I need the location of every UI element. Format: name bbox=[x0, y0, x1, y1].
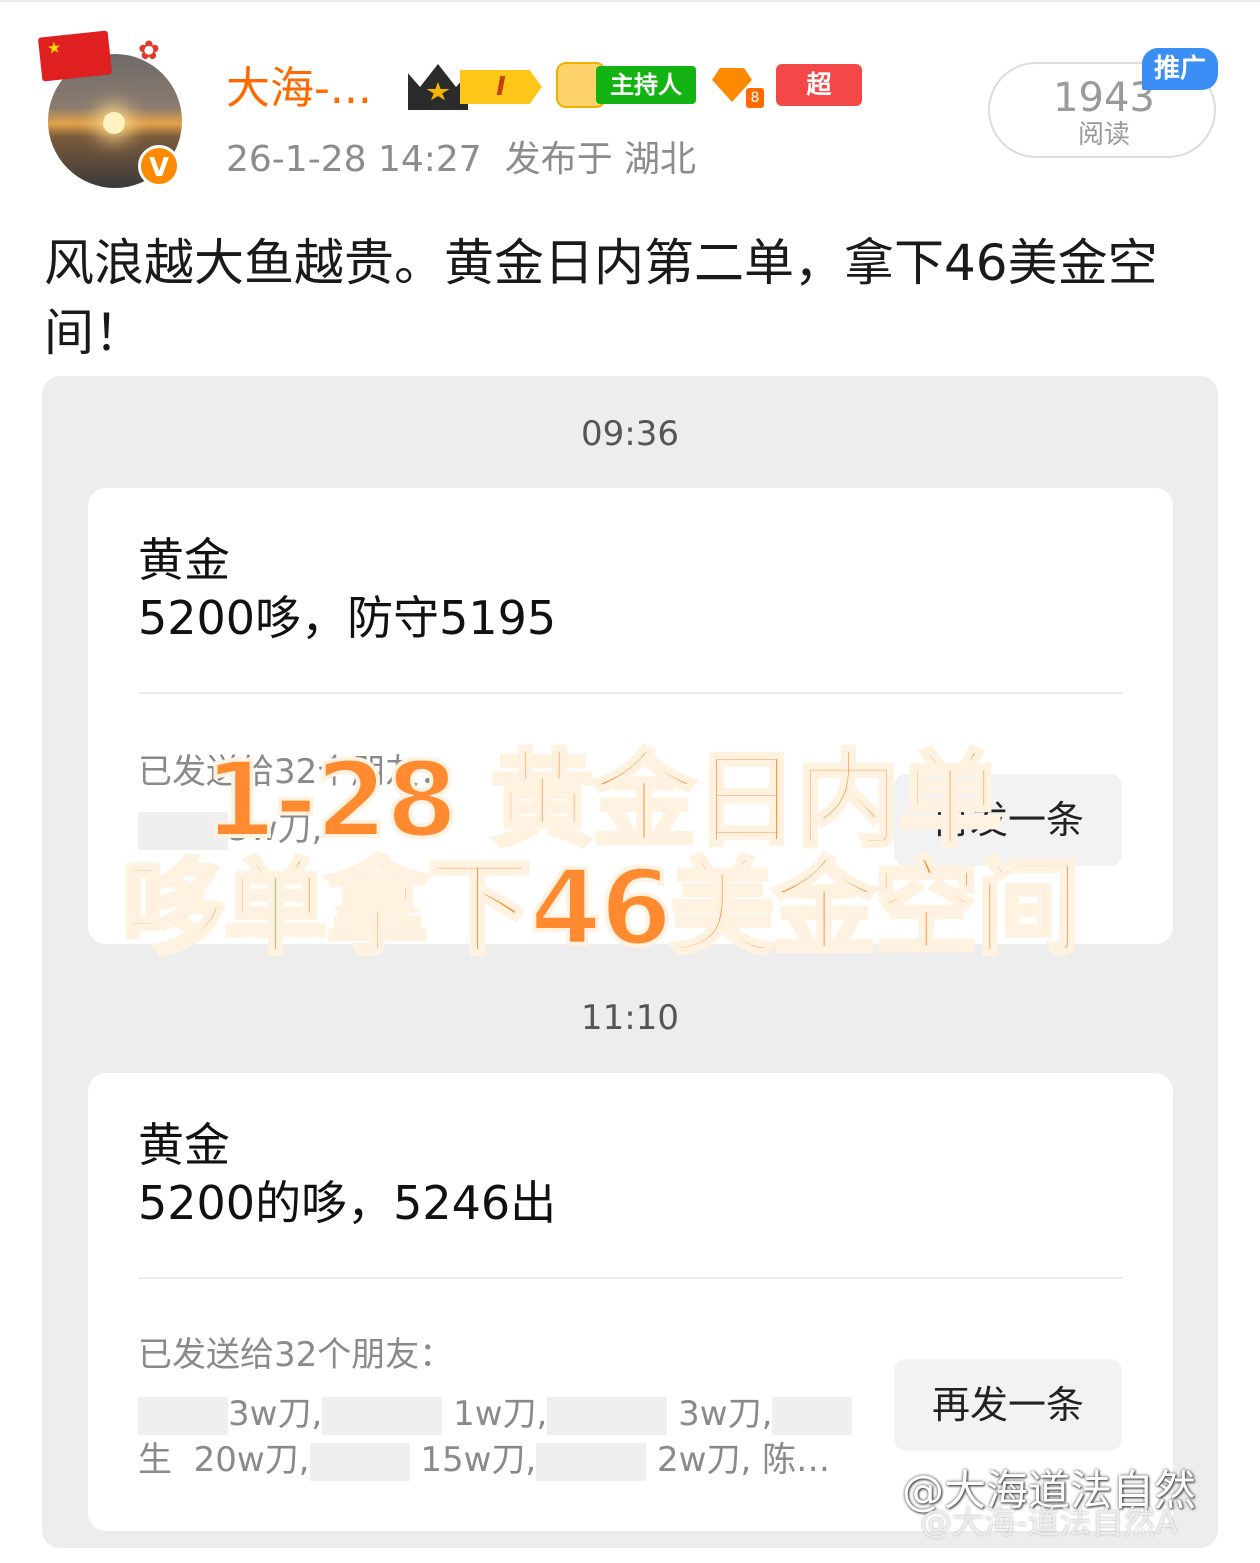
friend-amount: 15w刀, bbox=[420, 1440, 537, 1480]
message-body: 5200哆，防守5195 bbox=[138, 591, 557, 645]
post-location: 发布于 湖北 bbox=[504, 139, 697, 180]
crown-level-badge[interactable]: I bbox=[408, 64, 542, 110]
host-badge-label: 主持人 bbox=[596, 66, 696, 104]
friend-amount: 2w刀, 陈… bbox=[657, 1440, 831, 1480]
blurred-name bbox=[138, 1396, 228, 1435]
crown-icon bbox=[408, 64, 468, 110]
message-divider bbox=[138, 692, 1123, 694]
blurred-name bbox=[772, 1396, 853, 1435]
blurred-name bbox=[536, 1442, 647, 1481]
verified-icon: V bbox=[138, 145, 180, 187]
message-title: 黄金 bbox=[138, 533, 230, 587]
overlay-title-line2: 哆单拿下46美金空间 bbox=[120, 846, 1083, 970]
friend-amount: 1w刀, bbox=[453, 1394, 548, 1434]
friend-amount: 3w刀, bbox=[228, 1394, 323, 1434]
superlike-badge[interactable]: 超LIKE bbox=[776, 64, 862, 141]
china-flag-icon: ★ bbox=[37, 30, 113, 82]
message-body: 5200的哆，5246出 bbox=[138, 1176, 557, 1230]
username[interactable]: 大海-... bbox=[226, 62, 372, 116]
message-time: 09:36 bbox=[581, 414, 679, 454]
watermark-sub: @大海-道法自然A bbox=[920, 1503, 1178, 1541]
sent-to-label: 已发送给32个朋友： bbox=[138, 1335, 454, 1375]
message-title: 黄金 bbox=[138, 1118, 230, 1172]
blurred-name bbox=[547, 1396, 668, 1435]
top-divider bbox=[0, 0, 1260, 2]
read-count-label: 阅读 bbox=[1077, 120, 1130, 150]
host-badge[interactable]: 主持人 bbox=[556, 62, 696, 108]
blurred-name bbox=[309, 1442, 410, 1481]
friends-list-line2: 生 20w刀, 15w刀, 2w刀, 陈… bbox=[138, 1437, 830, 1483]
message-time: 11:10 bbox=[581, 998, 679, 1038]
blurred-name bbox=[322, 1396, 443, 1435]
diamond-badge[interactable]: 8 bbox=[712, 64, 764, 108]
post-timestamp: 26-1-28 14:27 bbox=[226, 139, 482, 180]
resend-button[interactable]: 再发一条 bbox=[894, 1359, 1122, 1451]
promo-tag[interactable]: 推广 bbox=[1142, 48, 1218, 90]
overlay-title-line1: 1-28 黄金日内单 bbox=[202, 738, 1004, 862]
post-meta: 26-1-28 14:27 发布于 湖北 bbox=[226, 138, 696, 182]
message-card[interactable]: 黄金 5200的哆，5246出 已发送给32个朋友： 3w刀, 1w刀, 3w刀… bbox=[88, 1073, 1173, 1531]
diamond-level: 8 bbox=[746, 88, 764, 108]
friends-list-line1: 3w刀, 1w刀, 3w刀, bbox=[138, 1391, 853, 1437]
post-text: 风浪越大鱼越贵。黄金日内第二单，拿下46美金空间！ bbox=[44, 234, 1158, 362]
level-label: I bbox=[460, 70, 542, 104]
friend-amount: 3w刀, bbox=[678, 1394, 773, 1434]
message-divider bbox=[138, 1277, 1123, 1279]
decoration-icon: ✿ bbox=[138, 36, 160, 66]
friend-amount: 生 20w刀, bbox=[138, 1440, 310, 1480]
